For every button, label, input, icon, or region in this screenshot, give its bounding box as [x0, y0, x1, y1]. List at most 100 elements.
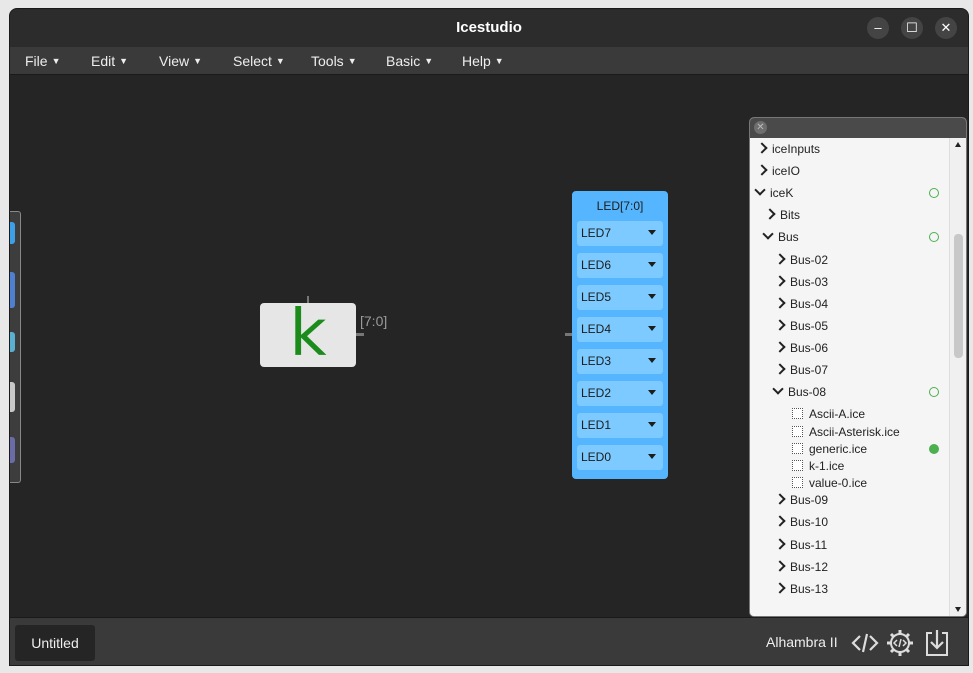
tree-folder-bus-02[interactable]: Bus-02: [774, 252, 828, 268]
k-block-output-port[interactable]: [356, 333, 364, 336]
tree-file-ascii-a[interactable]: Ascii-A.ice: [792, 406, 865, 422]
led-pin-select[interactable]: LED6: [577, 253, 663, 278]
collection-panel-header: ✕: [750, 118, 966, 138]
k-block-range-label: [7:0]: [360, 313, 388, 329]
menu-select[interactable]: Select ▼: [233, 53, 285, 69]
chevron-right-icon: [774, 582, 786, 594]
led-pin-select[interactable]: LED1: [577, 413, 663, 438]
chevron-right-icon: [774, 253, 786, 265]
menu-bar: File ▼ Edit ▼ View ▼ Select ▼ Tools ▼ Basic ▼ …: [10, 47, 968, 75]
led-pin-select[interactable]: LED2: [577, 381, 663, 406]
chevron-right-icon: [756, 164, 768, 176]
scroll-up-icon[interactable]: [955, 142, 961, 147]
minimize-button[interactable]: –: [867, 17, 889, 39]
collection-scrollbar[interactable]: [949, 138, 966, 616]
dropdown-arrow-icon: [648, 326, 656, 331]
chevron-right-icon: [774, 297, 786, 309]
tree-folder-bus[interactable]: Bus: [762, 228, 799, 245]
tree-file-value-0[interactable]: value-0.ice: [792, 475, 867, 491]
tree-folder-bus-07[interactable]: Bus-07: [774, 362, 828, 378]
close-panel-icon[interactable]: ✕: [754, 121, 767, 134]
collection-panel: ✕ iceInputs iceIO iceK Bits Bus Bus-02 B…: [749, 117, 967, 617]
chevron-right-icon: [774, 538, 786, 550]
tree-folder-bus-13[interactable]: Bus-13: [774, 581, 828, 597]
left-toolbar[interactable]: [10, 211, 21, 483]
chip-icon: [792, 477, 803, 488]
chevron-right-icon: [774, 319, 786, 331]
collection-status-ring-icon: [929, 188, 939, 198]
caret-down-icon: ▼: [275, 56, 285, 66]
board-name[interactable]: Alhambra II: [766, 634, 838, 650]
tree-folder-bus-06[interactable]: Bus-06: [774, 340, 828, 356]
led-pin-select[interactable]: LED0: [577, 445, 663, 470]
footer-bar: Untitled Alhambra II: [10, 617, 968, 665]
dropdown-arrow-icon: [648, 358, 656, 363]
chevron-right-icon: [774, 493, 786, 505]
dropdown-arrow-icon: [648, 262, 656, 267]
dropdown-arrow-icon: [648, 454, 656, 459]
led-pin-select[interactable]: LED5: [577, 285, 663, 310]
led-pin-select[interactable]: LED7: [577, 221, 663, 246]
tree-folder-bits[interactable]: Bits: [764, 207, 800, 223]
tree-folder-iceinputs[interactable]: iceInputs: [756, 141, 820, 157]
chevron-down-icon: [754, 184, 766, 196]
k-block-letter: k: [289, 297, 327, 371]
tree-folder-icek[interactable]: iceK: [754, 184, 793, 201]
k-constant-block[interactable]: k: [260, 297, 356, 371]
tree-folder-iceio[interactable]: iceIO: [756, 163, 800, 179]
tree-folder-bus-11[interactable]: Bus-11: [774, 537, 827, 553]
collection-tree: iceInputs iceIO iceK Bits Bus Bus-02 Bus…: [750, 138, 949, 616]
dropdown-arrow-icon: [648, 294, 656, 299]
project-tab-untitled[interactable]: Untitled: [15, 625, 95, 661]
led-output-block[interactable]: LED[7:0] LED7 LED6 LED5 LED4 LED3 LED2 L…: [572, 191, 668, 479]
scrollbar-thumb[interactable]: [954, 234, 963, 358]
chevron-right-icon: [756, 142, 768, 154]
dropdown-arrow-icon: [648, 230, 656, 235]
chevron-down-icon: [772, 383, 784, 395]
led-block-title: LED[7:0]: [596, 199, 644, 213]
chevron-right-icon: [774, 515, 786, 527]
tree-file-k-1[interactable]: k-1.ice: [792, 458, 844, 474]
menu-basic[interactable]: Basic ▼: [386, 53, 433, 69]
tree-file-ascii-asterisk[interactable]: Ascii-Asterisk.ice: [792, 424, 900, 440]
menu-view[interactable]: View ▼: [159, 53, 202, 69]
tree-folder-bus-10[interactable]: Bus-10: [774, 514, 828, 530]
chevron-right-icon: [774, 341, 786, 353]
dropdown-arrow-icon: [648, 422, 656, 427]
collection-status-ring-icon: [929, 387, 939, 397]
caret-down-icon: ▼: [193, 56, 203, 66]
close-button[interactable]: ✕: [935, 17, 957, 39]
tree-folder-bus-03[interactable]: Bus-03: [774, 274, 828, 290]
led-pin-select[interactable]: LED4: [577, 317, 663, 342]
code-icon[interactable]: [851, 629, 879, 657]
chevron-down-icon: [762, 228, 774, 240]
menu-tools[interactable]: Tools ▼: [311, 53, 357, 69]
title-bar: Icestudio – ☐ ✕: [10, 9, 968, 47]
tree-folder-bus-04[interactable]: Bus-04: [774, 296, 828, 312]
chevron-right-icon: [774, 363, 786, 375]
gear-code-icon[interactable]: [886, 629, 914, 657]
led-pin-select[interactable]: LED3: [577, 349, 663, 374]
caret-down-icon: ▼: [119, 56, 129, 66]
tree-folder-bus-12[interactable]: Bus-12: [774, 559, 828, 575]
download-icon[interactable]: [923, 629, 951, 657]
chevron-right-icon: [774, 560, 786, 572]
tree-folder-bus-05[interactable]: Bus-05: [774, 318, 828, 334]
tree-file-generic[interactable]: generic.ice: [792, 441, 867, 457]
scroll-down-icon[interactable]: [955, 607, 961, 612]
menu-file[interactable]: File ▼: [25, 53, 60, 69]
menu-edit[interactable]: Edit ▼: [91, 53, 128, 69]
tree-folder-bus-08[interactable]: Bus-08: [772, 383, 826, 400]
chip-icon: [792, 460, 803, 471]
tree-folder-bus-09[interactable]: Bus-09: [774, 492, 828, 508]
collection-status-filled-icon: [929, 444, 939, 454]
caret-down-icon: ▼: [347, 56, 357, 66]
app-window: Icestudio – ☐ ✕ File ▼ Edit ▼ View ▼ Select…: [9, 8, 969, 666]
chevron-right-icon: [764, 208, 776, 220]
window-title: Icestudio: [456, 19, 522, 36]
caret-down-icon: ▼: [494, 56, 504, 66]
maximize-button[interactable]: ☐: [901, 17, 923, 39]
design-canvas[interactable]: k [7:0] LED[7:0] LED7 LED6 LED5 LED4 LED…: [10, 75, 968, 617]
chip-icon: [792, 426, 803, 437]
menu-help[interactable]: Help ▼: [462, 53, 504, 69]
